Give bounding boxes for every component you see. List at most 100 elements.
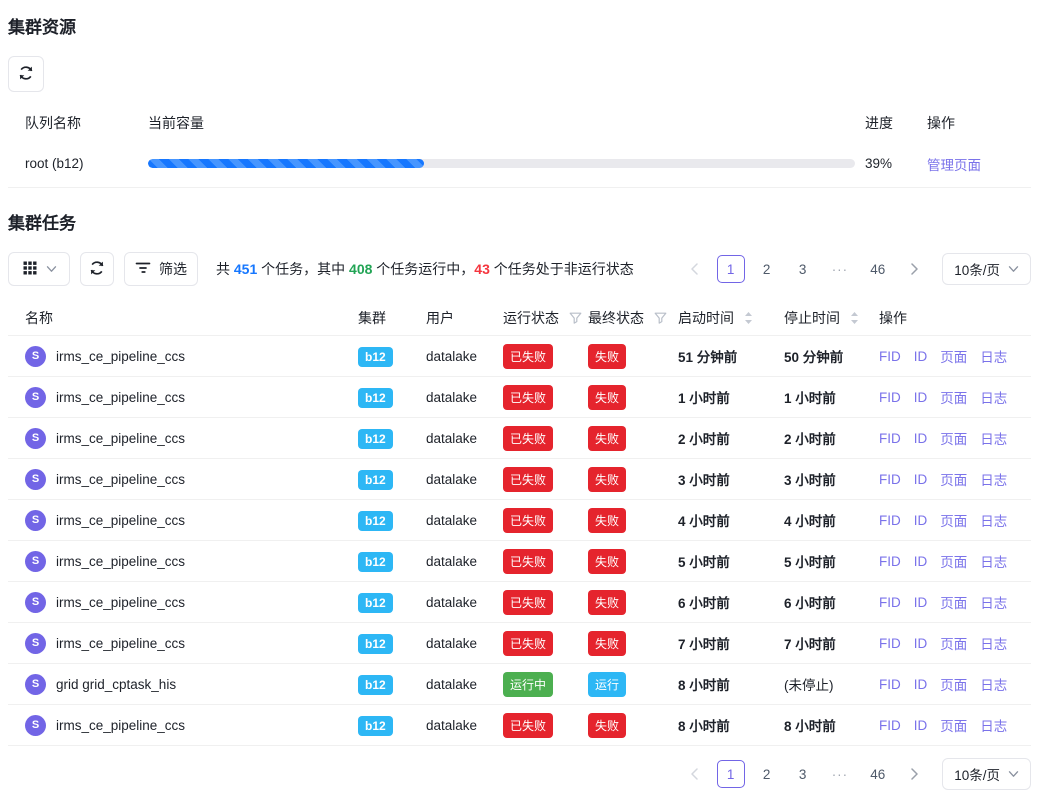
prev-page-button[interactable] [681, 760, 709, 788]
action-page-link[interactable]: 页面 [940, 387, 967, 407]
page-46-button[interactable]: 46 [863, 255, 892, 283]
action-id-link[interactable]: ID [914, 636, 928, 651]
task-name: irms_ce_pipeline_ccs [56, 718, 185, 733]
run-status-badge: 已失败 [503, 631, 553, 656]
stop-time: 7 小时前 [784, 633, 879, 653]
action-page-link[interactable]: 页面 [940, 592, 967, 612]
action-fid-link[interactable]: FID [879, 677, 901, 692]
cluster-badge: b12 [358, 511, 393, 531]
task-user: datalake [426, 636, 503, 651]
task-name: irms_ce_pipeline_ccs [56, 636, 185, 651]
action-page-link[interactable]: 页面 [940, 428, 967, 448]
spark-avatar-icon: S [25, 346, 46, 367]
tasks-summary: 共 451 个任务，其中 408 个任务运行中，43 个任务处于非运行状态 [216, 259, 634, 279]
table-row: S irms_ce_pipeline_ccs b12 datalake 已失败 … [8, 623, 1031, 664]
action-fid-link[interactable]: FID [879, 554, 901, 569]
start-time: 8 小时前 [678, 715, 784, 735]
col-progress: 进度 [865, 113, 927, 133]
page-ellipsis[interactable]: ··· [825, 255, 856, 283]
summary-text: 个任务，其中 [257, 261, 349, 277]
action-log-link[interactable]: 日志 [980, 428, 1007, 448]
action-log-link[interactable]: 日志 [980, 715, 1007, 735]
resources-table-header: 队列名称 当前容量 进度 操作 [8, 106, 1031, 140]
action-log-link[interactable]: 日志 [980, 633, 1007, 653]
action-fid-link[interactable]: FID [879, 472, 901, 487]
task-name: grid grid_cptask_his [56, 677, 176, 692]
action-log-link[interactable]: 日志 [980, 469, 1007, 489]
stop-time: 1 小时前 [784, 387, 879, 407]
page-2-button[interactable]: 2 [753, 255, 781, 283]
page-size-select[interactable]: 10条/页 [942, 253, 1031, 285]
manage-page-link[interactable]: 管理页面 [927, 158, 981, 173]
final-status-badge: 失败 [588, 508, 626, 533]
action-fid-link[interactable]: FID [879, 390, 901, 405]
refresh-resources-button[interactable] [8, 56, 44, 92]
run-status-filter-icon[interactable] [569, 312, 582, 324]
col-current-capacity: 当前容量 [148, 113, 865, 133]
spark-avatar-icon: S [25, 469, 46, 490]
offline-count: 43 [474, 261, 490, 277]
spark-avatar-icon: S [25, 715, 46, 736]
col-run-status: 运行状态 [503, 308, 559, 328]
col-start-time: 启动时间 [678, 308, 734, 328]
action-id-link[interactable]: ID [914, 390, 928, 405]
action-log-link[interactable]: 日志 [980, 592, 1007, 612]
action-fid-link[interactable]: FID [879, 513, 901, 528]
page-46-button[interactable]: 46 [863, 760, 892, 788]
page-2-button[interactable]: 2 [753, 760, 781, 788]
filter-button[interactable]: 筛选 [124, 252, 198, 286]
cluster-badge: b12 [358, 552, 393, 572]
action-page-link[interactable]: 页面 [940, 551, 967, 571]
action-id-link[interactable]: ID [914, 431, 928, 446]
action-page-link[interactable]: 页面 [940, 633, 967, 653]
action-id-link[interactable]: ID [914, 718, 928, 733]
page-3-button[interactable]: 3 [789, 255, 817, 283]
action-fid-link[interactable]: FID [879, 431, 901, 446]
action-log-link[interactable]: 日志 [980, 551, 1007, 571]
prev-page-button[interactable] [681, 255, 709, 283]
action-log-link[interactable]: 日志 [980, 346, 1007, 366]
tasks-table-header: 名称 集群 用户 运行状态 最终状态 启动时间 停止时间 操作 [8, 300, 1031, 336]
spark-avatar-icon: S [25, 674, 46, 695]
page-size-select[interactable]: 10条/页 [942, 758, 1031, 790]
stop-time: 3 小时前 [784, 469, 879, 489]
action-id-link[interactable]: ID [914, 554, 928, 569]
action-id-link[interactable]: ID [914, 513, 928, 528]
action-log-link[interactable]: 日志 [980, 387, 1007, 407]
stop-time-sort-icon[interactable] [850, 312, 859, 324]
page-1-button[interactable]: 1 [717, 255, 745, 283]
col-queue-name: 队列名称 [8, 113, 148, 133]
action-log-link[interactable]: 日志 [980, 674, 1007, 694]
action-page-link[interactable]: 页面 [940, 469, 967, 489]
action-page-link[interactable]: 页面 [940, 674, 967, 694]
action-id-link[interactable]: ID [914, 472, 928, 487]
action-id-link[interactable]: ID [914, 677, 928, 692]
col-final-status: 最终状态 [588, 308, 644, 328]
action-page-link[interactable]: 页面 [940, 346, 967, 366]
action-fid-link[interactable]: FID [879, 718, 901, 733]
stop-time: 5 小时前 [784, 551, 879, 571]
table-row: S irms_ce_pipeline_ccs b12 datalake 已失败 … [8, 582, 1031, 623]
next-page-button[interactable] [900, 760, 928, 788]
run-status-badge: 已失败 [503, 590, 553, 615]
column-settings-dropdown[interactable] [8, 252, 70, 286]
action-log-link[interactable]: 日志 [980, 510, 1007, 530]
action-page-link[interactable]: 页面 [940, 715, 967, 735]
action-page-link[interactable]: 页面 [940, 510, 967, 530]
next-page-button[interactable] [900, 255, 928, 283]
action-fid-link[interactable]: FID [879, 349, 901, 364]
action-fid-link[interactable]: FID [879, 636, 901, 651]
refresh-tasks-button[interactable] [80, 252, 114, 286]
page-1-button[interactable]: 1 [717, 760, 745, 788]
action-id-link[interactable]: ID [914, 349, 928, 364]
page-ellipsis[interactable]: ··· [825, 760, 856, 788]
start-time-sort-icon[interactable] [744, 312, 753, 324]
cluster-badge: b12 [358, 716, 393, 736]
action-id-link[interactable]: ID [914, 595, 928, 610]
page-3-button[interactable]: 3 [789, 760, 817, 788]
cluster-badge: b12 [358, 429, 393, 449]
final-status-badge: 失败 [588, 631, 626, 656]
action-fid-link[interactable]: FID [879, 595, 901, 610]
final-status-filter-icon[interactable] [654, 312, 667, 324]
bottom-bar: 1 2 3 ··· 46 10条/页 [8, 758, 1031, 790]
